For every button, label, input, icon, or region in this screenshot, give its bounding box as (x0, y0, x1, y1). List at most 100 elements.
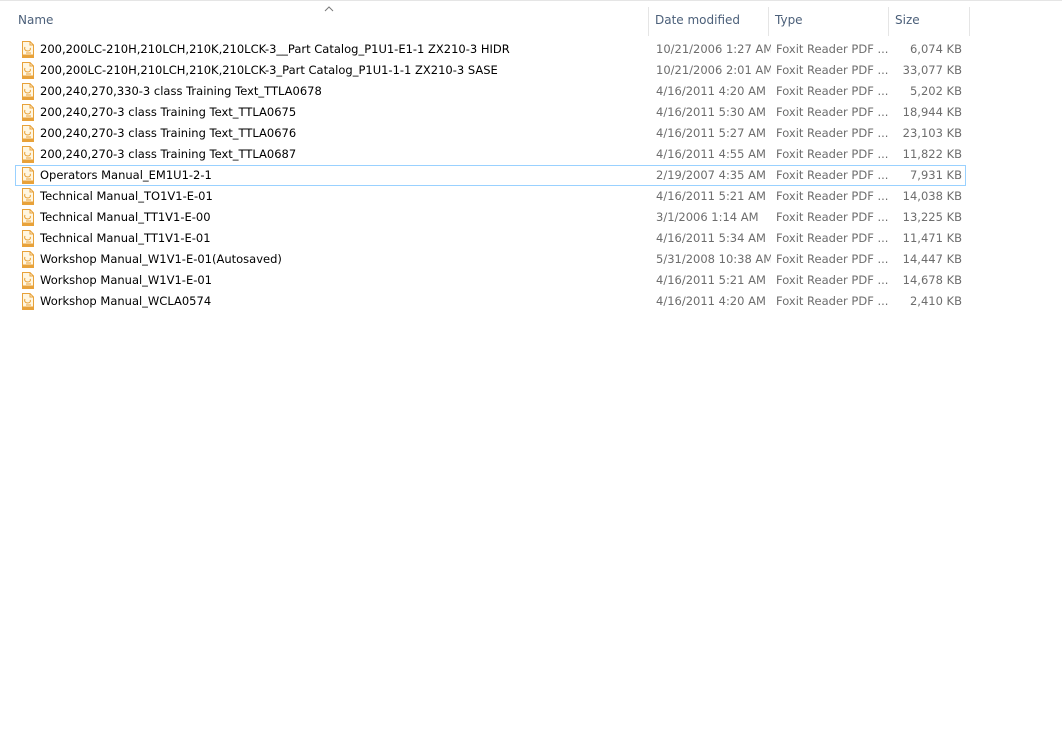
foxit-pdf-icon (22, 62, 34, 79)
foxit-pdf-icon (22, 188, 34, 205)
foxit-pdf-icon (22, 209, 34, 226)
column-separator[interactable] (969, 7, 970, 36)
file-type: Foxit Reader PDF ... (776, 147, 888, 161)
file-name: 200,240,270-3 class Training Text_TTLA06… (40, 126, 297, 140)
column-header-date-modified[interactable]: Date modified (649, 7, 769, 36)
file-row[interactable]: Workshop Manual_W1V1-E-01(Autosaved) 5/31… (15, 249, 966, 270)
file-name: Workshop Manual_WCLA0574 (40, 294, 212, 308)
file-row[interactable]: Workshop Manual_WCLA0574 4/16/2011 4:20 A… (15, 291, 966, 312)
file-name: 200,240,270-3 class Training Text_TTLA06… (40, 147, 297, 161)
file-name: 200,240,270,330-3 class Training Text_TT… (40, 84, 322, 98)
column-header-type[interactable]: Type (769, 7, 889, 36)
file-type: Foxit Reader PDF ... (776, 252, 888, 266)
foxit-pdf-icon (22, 125, 34, 142)
file-name-cell: Workshop Manual_W1V1-E-01 (18, 271, 648, 290)
file-type: Foxit Reader PDF ... (776, 126, 888, 140)
file-type: Foxit Reader PDF ... (776, 189, 888, 203)
file-name: Technical Manual_TO1V1-E-01 (40, 189, 213, 203)
file-type: Foxit Reader PDF ... (776, 273, 888, 287)
column-header-name[interactable]: Name (12, 7, 649, 36)
file-name: 200,200LC-210H,210LCH,210K,210LCK-3_Part… (40, 63, 498, 77)
file-date-modified: 4/16/2011 4:20 AM (656, 84, 766, 98)
file-name: 200,200LC-210H,210LCH,210K,210LCK-3__Par… (40, 42, 510, 56)
file-name-cell: 200,200LC-210H,210LCH,210K,210LCK-3__Par… (18, 40, 648, 59)
file-date-modified: 4/16/2011 5:30 AM (656, 105, 766, 119)
file-date-modified: 10/21/2006 1:27 AM (656, 42, 771, 56)
column-header-size[interactable]: Size (889, 7, 970, 36)
foxit-pdf-icon (22, 41, 34, 58)
file-size: 11,822 KB (902, 147, 962, 161)
file-name-cell: 200,240,270,330-3 class Training Text_TT… (18, 82, 648, 101)
file-name-cell: Technical Manual_TT1V1-E-01 (18, 229, 648, 248)
column-header-size-label: Size (895, 13, 920, 27)
file-type: Foxit Reader PDF ... (776, 168, 888, 182)
file-size: 11,471 KB (902, 231, 962, 245)
file-size: 13,225 KB (902, 210, 962, 224)
file-size: 6,074 KB (909, 42, 962, 56)
file-date-modified: 3/1/2006 1:14 AM (656, 210, 759, 224)
file-row[interactable]: 200,240,270-3 class Training Text_TTLA06… (15, 123, 966, 144)
file-date-modified: 10/21/2006 2:01 AM (656, 63, 771, 77)
file-row[interactable]: 200,240,270,330-3 class Training Text_TT… (15, 81, 966, 102)
foxit-pdf-icon (22, 146, 34, 163)
file-date-modified: 4/16/2011 4:20 AM (656, 294, 766, 308)
file-name-cell: 200,240,270-3 class Training Text_TTLA06… (18, 145, 648, 164)
column-header-date-label: Date modified (655, 13, 741, 27)
file-name-cell: 200,200LC-210H,210LCH,210K,210LCK-3_Part… (18, 61, 648, 80)
file-type: Foxit Reader PDF ... (776, 84, 888, 98)
file-size: 23,103 KB (902, 126, 962, 140)
file-type: Foxit Reader PDF ... (776, 63, 888, 77)
file-row[interactable]: Workshop Manual_W1V1-E-01 4/16/2011 5:21 … (15, 270, 966, 291)
file-name-cell: Technical Manual_TT1V1-E-00 (18, 208, 648, 227)
foxit-pdf-icon (22, 251, 34, 268)
file-name-cell: Workshop Manual_W1V1-E-01(Autosaved) (18, 250, 648, 269)
file-date-modified: 4/16/2011 5:21 AM (656, 273, 766, 287)
foxit-pdf-icon (22, 104, 34, 121)
file-row[interactable]: Technical Manual_TO1V1-E-01 4/16/2011 5:2… (15, 186, 966, 207)
file-size: 7,931 KB (909, 168, 962, 182)
column-header-bar: Name Date modified Type Size (0, 1, 1062, 39)
file-type: Foxit Reader PDF ... (776, 294, 888, 308)
file-date-modified: 4/16/2011 5:21 AM (656, 189, 766, 203)
file-name-cell: Workshop Manual_WCLA0574 (18, 292, 648, 311)
file-name-cell: Operators Manual_EM1U1-2-1 (18, 166, 648, 185)
file-row[interactable]: 200,240,270-3 class Training Text_TTLA06… (15, 144, 966, 165)
file-type: Foxit Reader PDF ... (776, 105, 888, 119)
file-name: Operators Manual_EM1U1-2-1 (40, 168, 212, 182)
file-row[interactable]: Technical Manual_TT1V1-E-00 3/1/2006 1:14… (15, 207, 966, 228)
file-row[interactable]: Operators Manual_EM1U1-2-1 2/19/2007 4:35… (15, 165, 966, 186)
file-size: 14,447 KB (902, 252, 962, 266)
file-row[interactable]: Technical Manual_TT1V1-E-01 4/16/2011 5:3… (15, 228, 966, 249)
file-size: 14,678 KB (902, 273, 962, 287)
file-date-modified: 2/19/2007 4:35 AM (656, 168, 766, 182)
file-row[interactable]: 200,200LC-210H,210LCH,210K,210LCK-3__Par… (15, 39, 966, 60)
file-type: Foxit Reader PDF ... (776, 231, 888, 245)
file-row[interactable]: 200,240,270-3 class Training Text_TTLA06… (15, 102, 966, 123)
file-name: Technical Manual_TT1V1-E-00 (40, 210, 211, 224)
file-date-modified: 4/16/2011 5:27 AM (656, 126, 766, 140)
foxit-pdf-icon (22, 272, 34, 289)
file-date-modified: 5/31/2008 10:38 AM (656, 252, 771, 266)
file-date-modified: 4/16/2011 4:55 AM (656, 147, 766, 161)
file-name: Workshop Manual_W1V1-E-01 (40, 273, 213, 287)
column-header-name-label: Name (18, 13, 54, 27)
foxit-pdf-icon (22, 230, 34, 247)
file-size: 2,410 KB (909, 294, 962, 308)
file-name-cell: Technical Manual_TO1V1-E-01 (18, 187, 648, 206)
file-row[interactable]: 200,200LC-210H,210LCH,210K,210LCK-3_Part… (15, 60, 966, 81)
file-size: 18,944 KB (902, 105, 962, 119)
file-type: Foxit Reader PDF ... (776, 210, 888, 224)
foxit-pdf-icon (22, 83, 34, 100)
file-size: 5,202 KB (909, 84, 962, 98)
file-name: Technical Manual_TT1V1-E-01 (40, 231, 211, 245)
file-type: Foxit Reader PDF ... (776, 42, 888, 56)
file-explorer-details-view: Name Date modified Type Size 200,200LC-2… (0, 0, 1062, 729)
column-header-type-label: Type (775, 13, 803, 27)
file-name-cell: 200,240,270-3 class Training Text_TTLA06… (18, 103, 648, 122)
foxit-pdf-icon (22, 167, 34, 184)
file-size: 14,038 KB (902, 189, 962, 203)
file-date-modified: 4/16/2011 5:34 AM (656, 231, 766, 245)
file-name: 200,240,270-3 class Training Text_TTLA06… (40, 105, 297, 119)
file-size: 33,077 KB (902, 63, 962, 77)
file-name: Workshop Manual_W1V1-E-01(Autosaved) (40, 252, 282, 266)
